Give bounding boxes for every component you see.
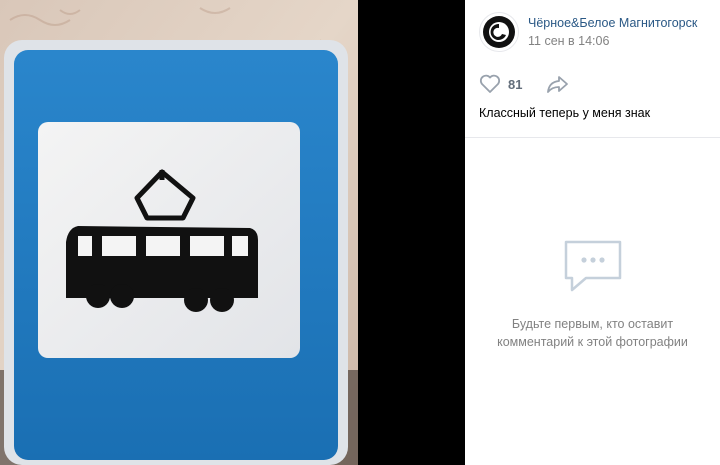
post-header: Чёрное&Белое Магнитогорск 11 сен в 14:06 [465,0,720,56]
photo [0,0,358,465]
tram-stop-sign-photo [0,0,358,465]
photo-viewer: Чёрное&Белое Магнитогорск 11 сен в 14:06… [0,0,720,465]
post-date[interactable]: 11 сен в 14:06 [528,33,697,49]
share-arrow-icon [547,76,569,93]
post-sidebar: Чёрное&Белое Магнитогорск 11 сен в 14:06… [465,0,720,465]
empty-comments-line1: Будьте первым, кто оставит [511,317,674,331]
photo-area[interactable] [0,0,465,465]
post-actions: 81 [465,72,720,96]
speech-bubble-icon [564,240,621,292]
share-button[interactable] [546,74,570,94]
empty-comments-line2: комментарий к этой фотографии [497,335,688,349]
heart-icon [479,74,501,93]
community-logo-icon [483,16,515,48]
community-avatar[interactable] [479,12,519,52]
divider [465,137,720,138]
like-button[interactable]: 81 [479,74,522,94]
author-name[interactable]: Чёрное&Белое Магнитогорск [528,15,697,31]
post-caption: Классный теперь у меня знак [479,106,651,120]
like-count: 81 [508,76,523,92]
comments-empty-state: Будьте первым, кто оставит комментарий к… [465,238,720,351]
